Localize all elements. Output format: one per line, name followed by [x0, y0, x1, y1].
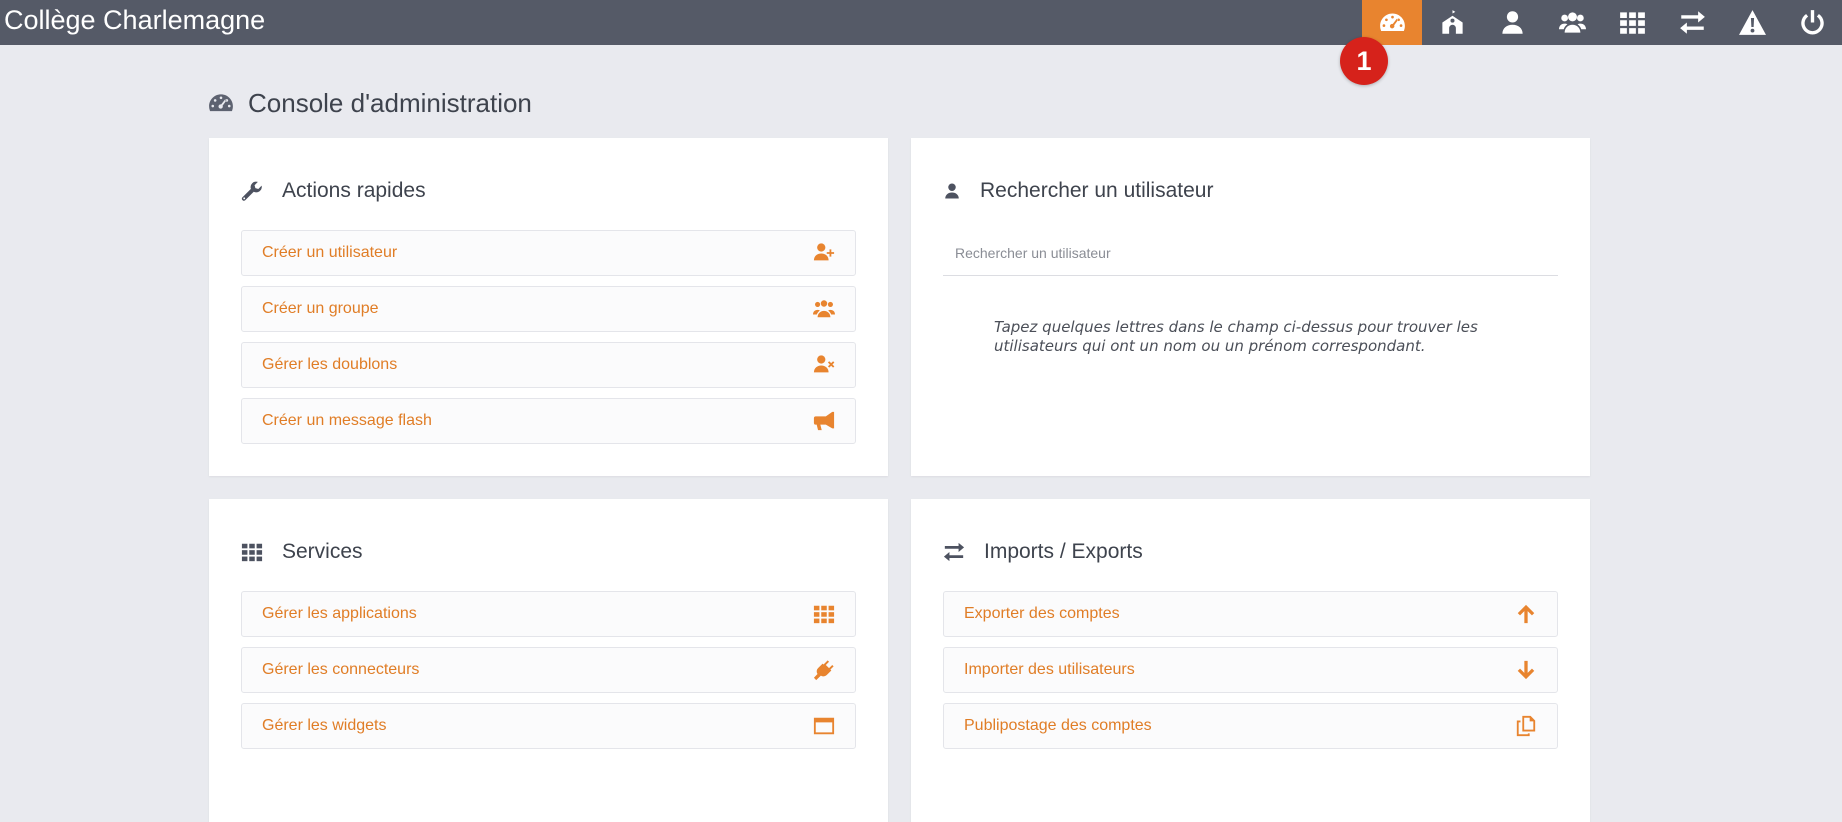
grid-icon	[241, 543, 263, 562]
imports-exports-title: Imports / Exports	[984, 540, 1143, 563]
nav-logout-button[interactable]	[1782, 0, 1842, 45]
search-user-card: Rechercher un utilisateur Tapez quelques…	[911, 138, 1590, 476]
manage-widgets-label: Gérer les widgets	[262, 717, 387, 734]
manage-applications-button[interactable]: Gérer les applications	[241, 591, 856, 637]
group-icon	[813, 300, 835, 318]
services-card: Services Gérer les applications Gérer le…	[209, 499, 888, 822]
imports-exports-card: Imports / Exports Exporter des comptes I…	[911, 499, 1590, 822]
search-user-title: Rechercher un utilisateur	[980, 179, 1214, 202]
nav-services-button[interactable]	[1602, 0, 1662, 45]
import-users-button[interactable]: Importer des utilisateurs	[943, 647, 1558, 693]
mail-merge-accounts-label: Publipostage des comptes	[964, 717, 1152, 734]
nav-alerts-button[interactable]	[1722, 0, 1782, 45]
services-title: Services	[282, 540, 363, 563]
grid-icon	[813, 605, 835, 624]
page-title: Console d'administration	[208, 86, 532, 120]
mail-merge-accounts-button[interactable]: Publipostage des comptes	[943, 703, 1558, 749]
export-accounts-button[interactable]: Exporter des comptes	[943, 591, 1558, 637]
manage-widgets-button[interactable]: Gérer les widgets	[241, 703, 856, 749]
quick-actions-list: Créer un utilisateur Créer un groupe Gér…	[241, 230, 856, 454]
create-group-label: Créer un groupe	[262, 300, 379, 317]
arrow-up-icon	[1517, 604, 1535, 624]
create-group-button[interactable]: Créer un groupe	[241, 286, 856, 332]
top-bar: Collège Charlemagne	[0, 0, 1842, 45]
user-icon	[1501, 11, 1523, 34]
grid-icon	[1619, 12, 1645, 34]
create-user-button[interactable]: Créer un utilisateur	[241, 230, 856, 276]
dashboard-icon	[209, 94, 233, 112]
user-icon	[945, 183, 959, 199]
copy-icon	[1516, 715, 1536, 737]
user-plus-icon	[813, 243, 835, 261]
import-users-label: Importer des utilisateurs	[964, 661, 1135, 678]
plug-icon	[813, 660, 834, 681]
services-header: Services	[241, 537, 363, 567]
create-flash-message-button[interactable]: Créer un message flash	[241, 398, 856, 444]
page-title-text: Console d'administration	[248, 87, 532, 118]
app-title: Collège Charlemagne	[4, 5, 266, 35]
top-nav	[1362, 0, 1842, 45]
school-icon	[1441, 10, 1463, 34]
create-flash-message-label: Créer un message flash	[262, 412, 432, 429]
warning-icon	[1738, 10, 1766, 35]
imports-exports-header: Imports / Exports	[943, 537, 1143, 567]
manage-connectors-label: Gérer les connecteurs	[262, 661, 420, 678]
manage-duplicates-label: Gérer les doublons	[262, 356, 398, 373]
services-list: Gérer les applications Gérer les connect…	[241, 591, 856, 759]
dashboard-icon	[1379, 13, 1405, 31]
search-user-input[interactable]	[943, 230, 1558, 276]
exchange-icon	[1679, 11, 1705, 34]
nav-groups-button[interactable]	[1542, 0, 1602, 45]
quick-actions-card: Actions rapides Créer un utilisateur Cré…	[209, 138, 888, 476]
megaphone-icon	[813, 411, 835, 431]
quick-actions-title: Actions rapides	[282, 179, 426, 202]
imports-exports-list: Exporter des comptes Importer des utilis…	[943, 591, 1558, 759]
quick-actions-header: Actions rapides	[241, 176, 426, 206]
window-icon	[813, 717, 835, 735]
nav-user-button[interactable]	[1482, 0, 1542, 45]
nav-school-button[interactable]	[1422, 0, 1482, 45]
wrench-icon	[241, 181, 262, 201]
arrow-down-icon	[1517, 660, 1535, 680]
search-user-header: Rechercher un utilisateur	[943, 176, 1213, 206]
users-icon	[1558, 12, 1586, 33]
user-times-icon	[813, 355, 835, 373]
create-user-label: Créer un utilisateur	[262, 244, 398, 261]
step-badge-1: 1	[1340, 37, 1388, 85]
nav-imports-exports-button[interactable]	[1662, 0, 1722, 45]
exchange-icon	[943, 542, 965, 562]
manage-connectors-button[interactable]: Gérer les connecteurs	[241, 647, 856, 693]
manage-duplicates-button[interactable]: Gérer les doublons	[241, 342, 856, 388]
export-accounts-label: Exporter des comptes	[964, 605, 1120, 622]
power-icon	[1800, 10, 1824, 35]
manage-applications-label: Gérer les applications	[262, 605, 417, 622]
search-hint: Tapez quelques lettres dans le champ ci-…	[994, 318, 1478, 355]
